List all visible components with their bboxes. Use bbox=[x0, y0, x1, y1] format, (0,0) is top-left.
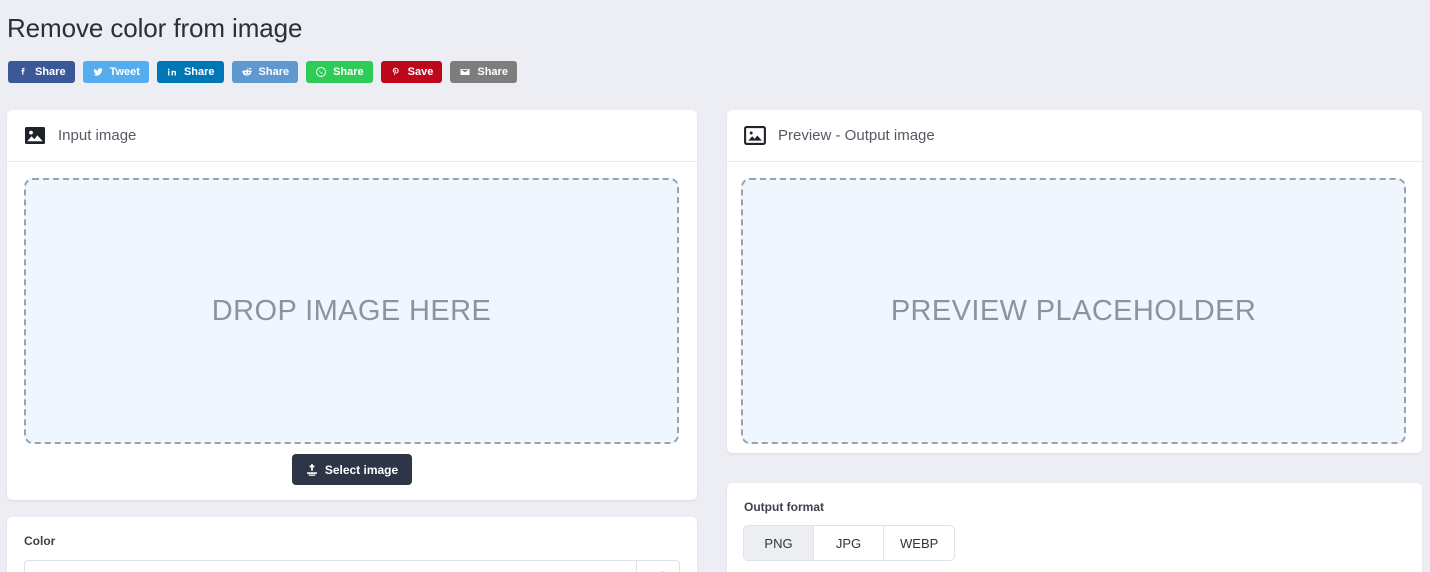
input-image-card: Input image DROP IMAGE HERE Select image bbox=[7, 110, 697, 500]
preview-placeholder-area: PREVIEW PLACEHOLDER bbox=[741, 178, 1406, 444]
select-image-button[interactable]: Select image bbox=[291, 454, 413, 485]
page-title: Remove color from image bbox=[7, 13, 303, 43]
color-input[interactable] bbox=[24, 560, 636, 572]
color-card: Color bbox=[7, 517, 697, 572]
share-button-label: Share bbox=[333, 66, 364, 78]
output-format-option-png[interactable]: PNG bbox=[744, 526, 814, 560]
color-input-row bbox=[24, 560, 680, 572]
pinterest-icon bbox=[390, 66, 402, 78]
share-button-label: Share bbox=[258, 66, 290, 78]
upload-icon bbox=[306, 463, 318, 476]
dropzone-label: DROP IMAGE HERE bbox=[211, 294, 492, 327]
share-button-label: Save bbox=[407, 66, 434, 78]
reddit-icon bbox=[241, 66, 253, 78]
preview-output-card-title: Preview - Output image bbox=[778, 126, 935, 144]
image-outline-icon bbox=[744, 126, 766, 145]
share-button-facebook[interactable]: Share bbox=[8, 61, 75, 83]
output-format-option-jpg[interactable]: JPG bbox=[814, 526, 884, 560]
select-image-button-row: Select image bbox=[7, 454, 697, 485]
input-image-dropzone[interactable]: DROP IMAGE HERE bbox=[24, 178, 679, 444]
whatsapp-icon bbox=[315, 66, 327, 78]
facebook-icon bbox=[17, 66, 29, 78]
linkedin-icon bbox=[166, 66, 178, 78]
email-icon bbox=[459, 66, 471, 78]
output-format-card-body: Output format PNG JPG WEBP bbox=[727, 483, 1422, 560]
output-format-option-webp[interactable]: WEBP bbox=[884, 526, 955, 560]
share-button-label: Share bbox=[183, 66, 215, 78]
select-image-button-label: Select image bbox=[324, 462, 399, 477]
twitter-icon bbox=[92, 66, 104, 78]
output-format-button-group: PNG JPG WEBP bbox=[744, 526, 955, 560]
share-button-email[interactable]: Share bbox=[450, 61, 517, 83]
share-button-pinterest[interactable]: Save bbox=[380, 61, 443, 83]
share-button-label: Share bbox=[35, 66, 66, 78]
image-filled-icon bbox=[24, 126, 46, 145]
input-image-card-header: Input image bbox=[7, 110, 697, 162]
preview-placeholder-label: PREVIEW PLACEHOLDER bbox=[890, 294, 1257, 327]
share-button-linkedin[interactable]: Share bbox=[156, 61, 224, 83]
share-button-whatsapp[interactable]: Share bbox=[306, 61, 373, 83]
color-picker-button[interactable] bbox=[636, 560, 680, 572]
color-field-label: Color bbox=[24, 534, 56, 548]
output-format-card: Output format PNG JPG WEBP bbox=[727, 483, 1422, 572]
color-card-body: Color bbox=[7, 517, 697, 572]
app-root: Remove color from image Share Tweet Shar… bbox=[0, 0, 1430, 572]
output-format-label: Output format bbox=[744, 500, 824, 514]
input-image-card-title: Input image bbox=[58, 126, 137, 144]
share-button-twitter[interactable]: Tweet bbox=[82, 61, 149, 83]
preview-output-card: Preview - Output image PREVIEW PLACEHOLD… bbox=[727, 110, 1422, 453]
share-button-reddit[interactable]: Share bbox=[231, 61, 299, 83]
share-button-label: Tweet bbox=[109, 66, 140, 78]
preview-output-card-header: Preview - Output image bbox=[727, 110, 1422, 162]
share-bar: Share Tweet Share Share Share Save Share bbox=[8, 61, 517, 83]
share-button-label: Share bbox=[477, 66, 508, 78]
